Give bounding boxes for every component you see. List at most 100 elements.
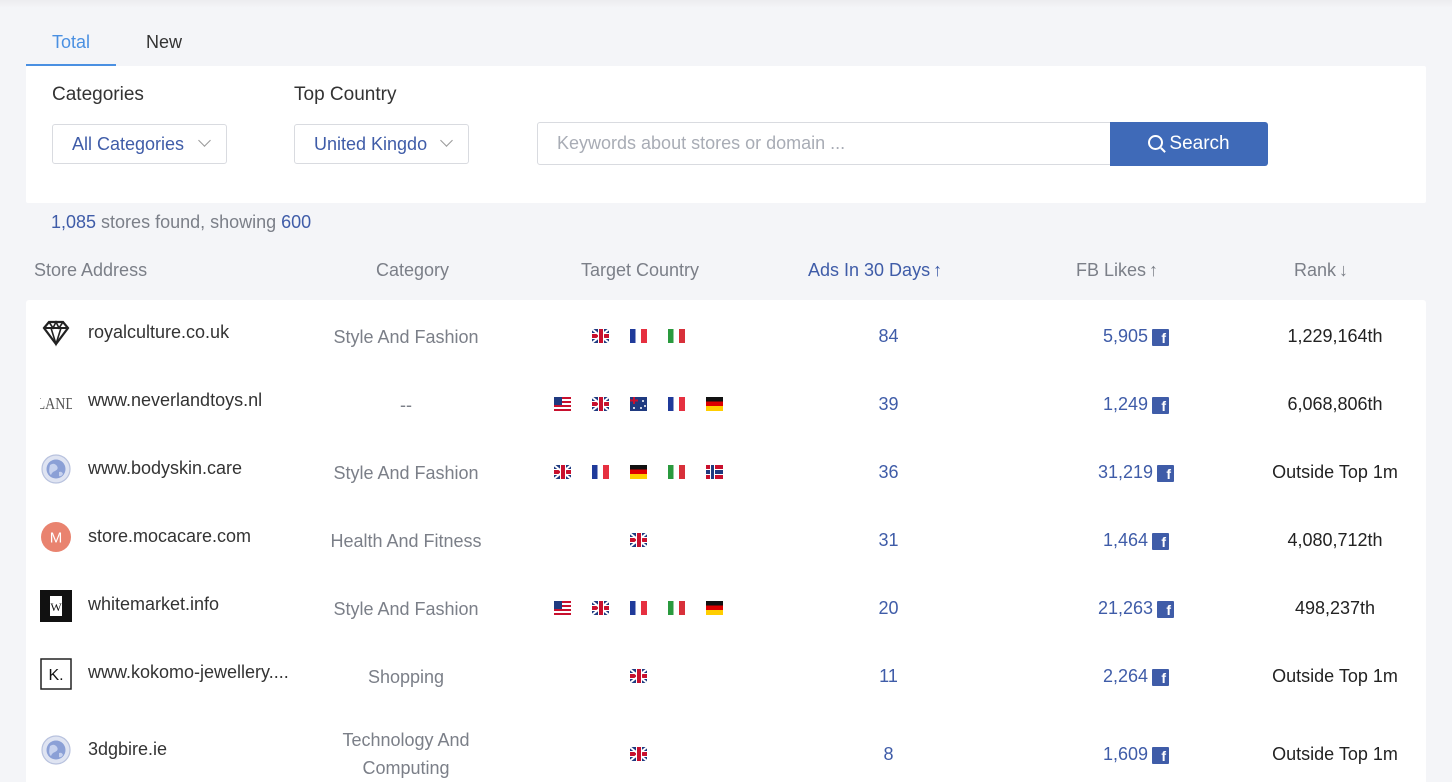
facebook-icon[interactable]: f (1157, 601, 1175, 618)
fb-likes-cell: 2,264 f (1046, 666, 1226, 687)
fb-likes-cell: 21,263 f (1046, 598, 1226, 619)
rank-value: 498,237th (1294, 598, 1376, 618)
flag-it-icon (668, 329, 685, 343)
flag-it-icon (668, 601, 685, 615)
flag-uk-icon (630, 533, 647, 547)
facebook-icon[interactable]: f (1152, 533, 1170, 550)
ads-count[interactable]: 8 (816, 744, 961, 765)
categories-select[interactable]: All Categories (52, 124, 227, 164)
header-store-address: Store Address (34, 260, 148, 280)
table-row[interactable]: LAND www.neverlandtoys.nl -- 39 1,249f 6… (26, 384, 1426, 438)
w-logo-text: W (50, 600, 62, 614)
flag-uk-icon (592, 601, 609, 615)
country-select[interactable]: United Kingdo (294, 124, 469, 164)
store-address-link[interactable]: www.neverlandtoys.nl (88, 390, 262, 411)
facebook-icon[interactable]: f (1152, 747, 1170, 764)
showing-count: 600 (281, 212, 312, 232)
w-logo: W (40, 590, 72, 622)
land-logo-text: LAND (40, 395, 72, 413)
sort-down-icon: ↓ (1339, 260, 1349, 280)
header-rank[interactable]: Rank ↓ (1294, 260, 1348, 281)
fb-likes-value: 31,219 (1097, 462, 1154, 482)
store-address-link[interactable]: 3dgbire.ie (88, 739, 167, 760)
ads-count[interactable]: 11 (816, 666, 961, 687)
fb-likes-value: 2,264 (1102, 666, 1149, 686)
header-ads-label: Ads In 30 Days (808, 260, 931, 280)
tab-total[interactable]: Total (26, 22, 116, 66)
category-cell: Style And Fashion (333, 463, 479, 483)
tab-new-label: New (146, 32, 183, 52)
category-cell: -- (400, 395, 412, 415)
table-row[interactable]: K. www.kokomo-jewellery.... Shopping 11 … (26, 656, 1426, 710)
category-cell: Style And Fashion (333, 327, 479, 347)
table-row[interactable]: 3dgbire.ie Technology And Computing 8 1,… (26, 724, 1426, 782)
fb-likes-value: 21,263 (1097, 598, 1154, 618)
flag-de-icon (706, 601, 723, 615)
sort-up-icon: ↑ (1149, 260, 1159, 280)
table-row[interactable]: royalculture.co.uk Style And Fashion 84 … (26, 316, 1426, 370)
facebook-icon[interactable]: f (1152, 669, 1170, 686)
category-cell: Technology And Computing (342, 730, 470, 778)
k-logo: K. (40, 658, 72, 690)
country-flags (536, 669, 741, 685)
flag-fr-icon (592, 465, 609, 479)
store-address-link[interactable]: www.kokomo-jewellery.... (88, 662, 289, 683)
header-fb-likes[interactable]: FB Likes ↑ (1076, 260, 1158, 281)
ads-count[interactable]: 20 (816, 598, 961, 619)
flag-it-icon (668, 465, 685, 479)
rank-value: 6,068,806th (1287, 394, 1383, 414)
diamond-logo (42, 320, 70, 347)
country-flags (536, 397, 741, 413)
fb-likes-value: 5,905 (1102, 326, 1149, 346)
chevron-down-icon (440, 134, 453, 147)
ads-count[interactable]: 84 (816, 326, 961, 347)
flag-no-icon (706, 465, 723, 479)
flag-au-icon (630, 397, 647, 411)
flag-uk-icon (554, 465, 571, 479)
facebook-icon[interactable]: f (1152, 397, 1170, 414)
ads-count[interactable]: 36 (816, 462, 961, 483)
flag-fr-icon (668, 397, 685, 411)
rank-value: Outside Top 1m (1272, 666, 1398, 686)
table-row[interactable]: W whitemarket.info Style And Fashion 20 … (26, 588, 1426, 642)
chevron-down-icon (198, 134, 211, 147)
land-logo: LAND (40, 387, 72, 417)
table-row[interactable]: www.bodyskin.care Style And Fashion 36 3… (26, 452, 1426, 506)
ads-count[interactable]: 39 (816, 394, 961, 415)
results-summary: 1,085 stores found, showing 600 (51, 212, 311, 233)
store-address-link[interactable]: royalculture.co.uk (88, 322, 229, 343)
flag-fr-icon (630, 601, 647, 615)
search-button[interactable]: Search (1110, 122, 1268, 166)
flag-de-icon (706, 397, 723, 411)
facebook-icon[interactable]: f (1152, 329, 1170, 346)
rank-value: 1,229,164th (1287, 326, 1383, 346)
header-likes-label: FB Likes (1076, 260, 1147, 280)
store-address-link[interactable]: www.bodyskin.care (88, 458, 242, 479)
globe-logo (41, 735, 71, 765)
fb-likes-cell: 31,219 f (1046, 462, 1226, 483)
country-flags (536, 747, 741, 763)
rank-value: Outside Top 1m (1272, 462, 1398, 482)
header-target-country: Target Country (581, 260, 700, 280)
country-flags (536, 533, 741, 549)
tab-new[interactable]: New? (146, 22, 183, 93)
store-address-link[interactable]: whitemarket.info (88, 594, 219, 615)
table-row[interactable]: M store.mocacare.com Health And Fitness … (26, 520, 1426, 574)
search-input[interactable] (537, 122, 1112, 165)
header-rank-label: Rank (1294, 260, 1337, 280)
store-address-link[interactable]: store.mocacare.com (88, 526, 251, 547)
category-cell: Style And Fashion (333, 599, 479, 619)
facebook-icon[interactable]: f (1157, 465, 1175, 482)
globe-logo (41, 454, 71, 484)
flag-us-icon (554, 601, 571, 615)
fb-likes-value: 1,609 (1102, 744, 1149, 764)
country-flags (536, 601, 741, 617)
filter-panel: Categories Top Country All Categories Un… (26, 66, 1426, 203)
header-ads-30-days[interactable]: Ads In 30 Days ↑ (808, 260, 942, 281)
sort-up-icon: ↑ (933, 260, 943, 280)
country-flags (536, 465, 741, 481)
search-icon (1148, 135, 1164, 150)
fb-likes-cell: 1,249 f (1046, 394, 1226, 415)
flag-uk-icon (630, 747, 647, 761)
ads-count[interactable]: 31 (816, 530, 961, 551)
